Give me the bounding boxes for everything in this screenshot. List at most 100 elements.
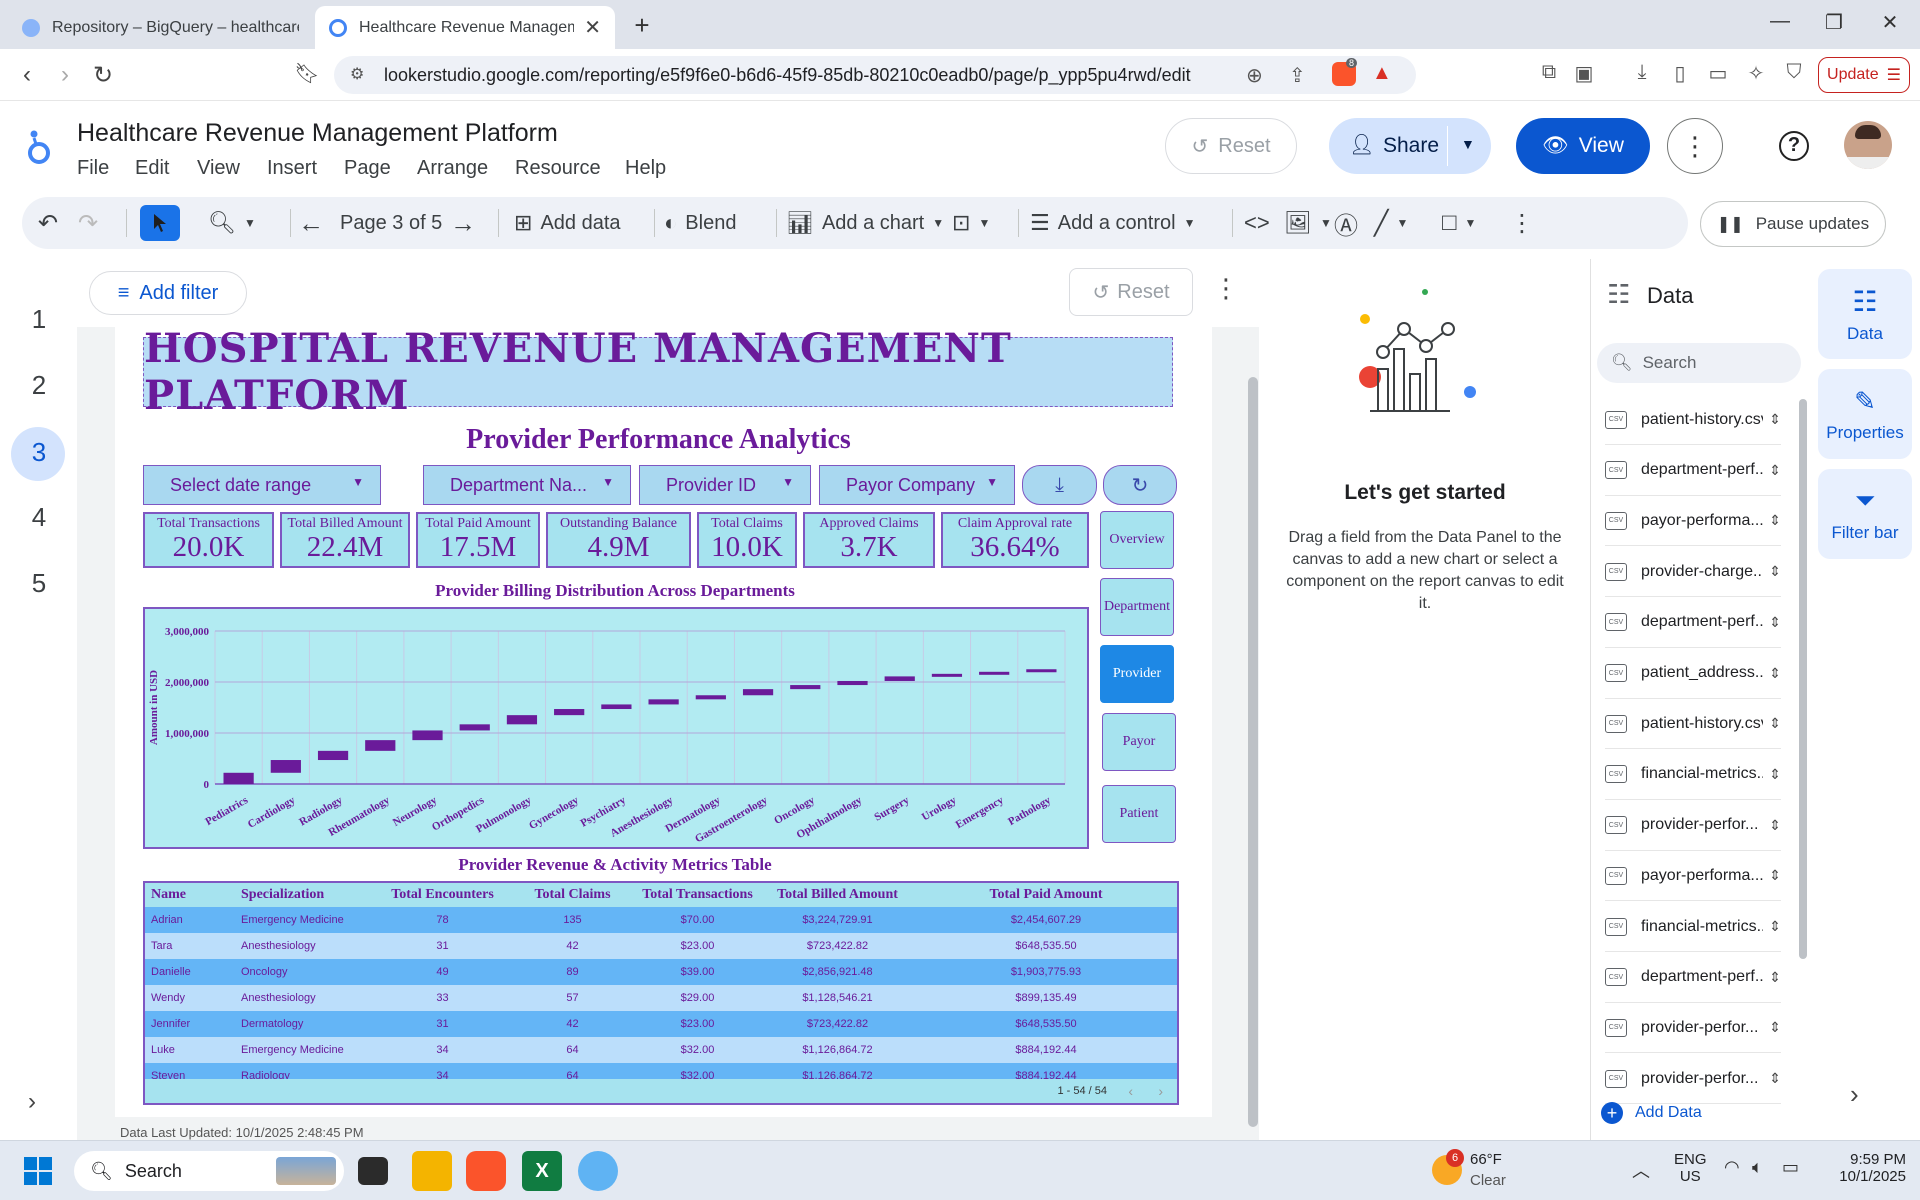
help-icon[interactable]: ? <box>1779 131 1809 161</box>
page-item-1[interactable]: 1 <box>0 304 78 335</box>
menu-resource[interactable]: Resource <box>515 157 601 180</box>
reload-icon[interactable]: ↻ <box>88 61 118 90</box>
data-source-item[interactable]: CSV department-perf... ⇕ <box>1605 953 1781 1003</box>
menu-page[interactable]: Page <box>344 157 391 180</box>
swap-source-icon[interactable]: ⇕ <box>1769 1019 1781 1036</box>
kpi-total-billed-amount[interactable]: Total Billed Amount 22.4M <box>280 512 410 568</box>
site-info-icon[interactable]: ⚙ <box>350 64 364 84</box>
swap-source-icon[interactable]: ⇕ <box>1769 665 1781 682</box>
table-row[interactable]: Tara Anesthesiology 31 42 $23.00 $723,422.82 $… <box>145 933 1177 959</box>
department-control[interactable]: Department Na... ▼ <box>423 465 631 505</box>
column-header[interactable]: Total Transactions <box>635 883 760 907</box>
add-filter-button[interactable]: ≡ Add filter <box>89 271 247 315</box>
next-page-icon[interactable]: → <box>450 197 476 249</box>
menu-edit[interactable]: Edit <box>135 157 169 180</box>
address-bar[interactable]: ⚙ lookerstudio.google.com/reporting/e5f9… <box>334 56 1416 94</box>
shape-icon[interactable]: □ ▼ <box>1442 197 1476 249</box>
data-source-item[interactable]: CSV patient_address.... ⇕ <box>1605 649 1781 699</box>
column-header[interactable]: Total Paid Amount <box>915 883 1177 907</box>
date-range-control[interactable]: Select date range ▼ <box>143 465 381 505</box>
data-source-item[interactable]: CSV department-perf... ⇕ <box>1605 446 1781 496</box>
data-source-item[interactable]: CSV provider-perfor... ⇕ <box>1605 1054 1781 1105</box>
page-item-5[interactable]: 5 <box>0 568 78 599</box>
reader-mode-icon[interactable]: ▣ <box>1570 61 1598 86</box>
page-item-2[interactable]: 2 <box>0 370 78 401</box>
restore-window-button[interactable]: ❐ <box>1814 10 1854 35</box>
data-source-item[interactable]: CSV financial-metrics.... ⇕ <box>1605 750 1781 800</box>
image-icon[interactable]: 🖼︎ ▼ <box>1284 197 1332 249</box>
kpi-total-claims[interactable]: Total Claims 10.0K <box>697 512 797 568</box>
url-text[interactable]: lookerstudio.google.com/reporting/e5f9f6… <box>384 65 1191 86</box>
share-dropdown-icon[interactable]: ▼ <box>1461 136 1475 152</box>
more-options-button[interactable]: ⋮ <box>1667 118 1723 174</box>
expand-pages-icon[interactable]: › <box>28 1088 36 1116</box>
add-data-link[interactable]: + Add Data <box>1601 1102 1702 1124</box>
brave-rewards-icon[interactable]: ▲ <box>1372 62 1392 85</box>
file-explorer-icon[interactable] <box>412 1151 452 1191</box>
leo-ai-icon[interactable]: ✧ <box>1742 61 1770 86</box>
canvas-scrollbar[interactable] <box>1248 377 1258 1127</box>
close-window-button[interactable]: ✕ <box>1870 10 1910 35</box>
column-header[interactable]: Total Encounters <box>375 883 510 907</box>
nav-patient-button[interactable]: Patient <box>1102 785 1176 843</box>
excel-icon[interactable]: X <box>522 1151 562 1191</box>
back-icon[interactable]: ‹ <box>12 61 42 89</box>
kpi-claim-approval-rate[interactable]: Claim Approval rate 36.64% <box>941 512 1089 568</box>
community-viz-icon[interactable]: ⊡ ▼ <box>952 197 990 249</box>
swap-source-icon[interactable]: ⇕ <box>1769 1070 1781 1087</box>
nav-provider-button[interactable]: Provider <box>1100 645 1174 703</box>
undo-icon[interactable]: ↶ <box>38 197 58 249</box>
report-title[interactable]: Healthcare Revenue Management Platform <box>77 119 558 148</box>
view-button[interactable]: 👁︎ View <box>1516 118 1650 174</box>
kpi-total-transactions[interactable]: Total Transactions 20.0K <box>143 512 274 568</box>
swap-source-icon[interactable]: ⇕ <box>1769 563 1781 580</box>
menu-help[interactable]: Help <box>625 157 666 180</box>
rail-properties-button[interactable]: ✎ Properties <box>1818 369 1912 459</box>
kpi-total-paid-amount[interactable]: Total Paid Amount 17.5M <box>416 512 540 568</box>
table-row[interactable]: Jennifer Dermatology 31 42 $23.00 $723,422.82… <box>145 1011 1177 1037</box>
column-header[interactable]: Total Claims <box>510 883 635 907</box>
filterbar-more-icon[interactable]: ⋮ <box>1213 273 1239 304</box>
bookmark-icon[interactable]: 🔖︎ <box>292 61 322 86</box>
volume-icon[interactable]: 🔈︎ <box>1752 1157 1763 1178</box>
weather-temp[interactable]: 66°F <box>1470 1151 1502 1168</box>
add-control-button[interactable]: ☰ Add a control ▼ <box>1030 197 1195 249</box>
swap-source-icon[interactable]: ⇕ <box>1769 614 1781 631</box>
table-row[interactable]: Luke Emergency Medicine 34 64 $32.00 $1,126,8… <box>145 1037 1177 1063</box>
minimize-window-button[interactable]: — <box>1760 10 1800 33</box>
page-item-3[interactable]: 3 <box>0 437 78 468</box>
data-source-item[interactable]: CSV provider-charge... ⇕ <box>1605 547 1781 598</box>
vpn-icon[interactable]: ⛉ <box>1780 61 1808 84</box>
data-search-input[interactable]: 🔍︎ Search <box>1597 343 1801 383</box>
report-banner[interactable]: HOSPITAL REVENUE MANAGEMENT PLATFORM <box>143 325 1173 419</box>
tray-overflow-icon[interactable]: ︿ <box>1632 1157 1650 1183</box>
table-row[interactable]: Wendy Anesthesiology 33 57 $29.00 $1,128,546.… <box>145 985 1177 1011</box>
update-browser-button[interactable]: Update ☰ <box>1818 57 1910 93</box>
avatar[interactable] <box>1844 121 1892 169</box>
blend-button[interactable]: ◐ Blend <box>664 197 736 249</box>
menu-view[interactable]: View <box>197 157 240 180</box>
rail-filter-bar-button[interactable]: ⏷ Filter bar <box>1818 469 1912 559</box>
kpi-approved-claims[interactable]: Approved Claims 3.7K <box>803 512 935 568</box>
collapse-rail-icon[interactable]: › <box>1850 1079 1859 1110</box>
swap-source-icon[interactable]: ⇕ <box>1769 411 1781 428</box>
wifi-icon[interactable]: ◠ <box>1724 1157 1740 1178</box>
report-subtitle[interactable]: Provider Performance Analytics <box>115 424 1202 456</box>
redo-icon[interactable]: ↷ <box>78 197 98 249</box>
rail-data-button[interactable]: ☷ Data <box>1818 269 1912 359</box>
brave-browser-icon[interactable] <box>466 1151 506 1191</box>
menu-arrange[interactable]: Arrange <box>417 157 488 180</box>
add-chart-button[interactable]: 📊︎ Add a chart ▼ <box>786 197 944 249</box>
line-icon[interactable]: ╱ ▼ <box>1374 197 1408 249</box>
data-source-item[interactable]: CSV patient-history.csv ⇕ <box>1605 395 1781 445</box>
download-button[interactable]: ⤓ <box>1022 465 1097 505</box>
looker-studio-logo-icon[interactable] <box>24 129 54 165</box>
swap-source-icon[interactable]: ⇕ <box>1769 462 1781 479</box>
embed-code-icon[interactable]: <> <box>1244 197 1270 249</box>
payor-company-control[interactable]: Payor Company ▼ <box>819 465 1015 505</box>
swap-source-icon[interactable]: ⇕ <box>1769 512 1781 529</box>
nav-payor-button[interactable]: Payor <box>1102 713 1176 771</box>
data-source-item[interactable]: CSV department-perf... ⇕ <box>1605 598 1781 648</box>
menu-file[interactable]: File <box>77 157 109 180</box>
data-source-item[interactable]: CSV payor-performa... ⇕ <box>1605 496 1781 547</box>
